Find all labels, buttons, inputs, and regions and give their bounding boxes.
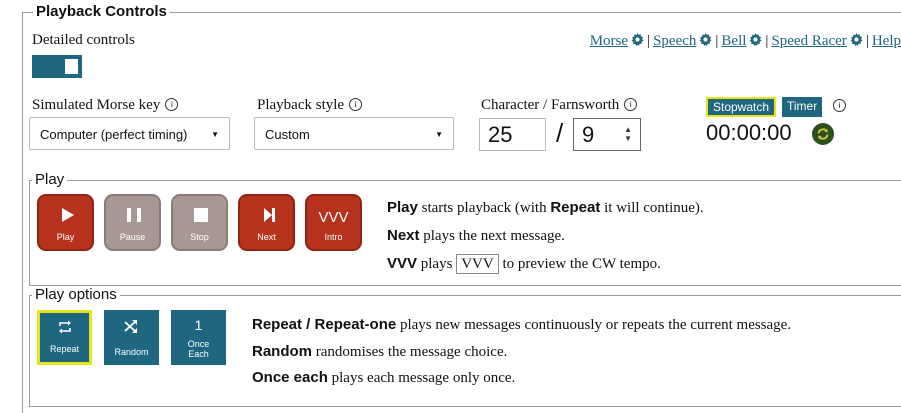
desc-text: plays new messages continuously or repea… [396,317,792,333]
intro-button[interactable]: VVV Intro [305,194,362,251]
info-icon[interactable]: i [349,98,363,111]
desc-bold: Once each [252,369,328,386]
desc-text: plays [417,256,457,272]
gear-icon [749,33,762,46]
desc-text: starts playback (with [417,200,551,216]
chevron-down-icon: ▼ [211,130,219,139]
info-icon[interactable]: i [833,99,846,112]
timer-display: 00:00:00 [706,120,792,145]
link-separator: | [865,33,869,49]
stop-button-label: Stop [190,232,209,242]
vvv-preview-box: VVV [456,254,499,274]
morse-key-value: Computer (perfect timing) [40,127,188,142]
desc-text: plays each message only once. [327,370,516,386]
desc-bold: Random [252,343,312,360]
stopwatch-tab[interactable]: Stopwatch [706,97,777,117]
morse-key-label: Simulated Morse key i [32,97,179,114]
chevron-down-icon: ▼ [435,130,443,139]
farnsworth-value: 9 [582,122,595,147]
link-morse-label: Morse [589,33,629,49]
desc-text: to preview the CW tempo. [498,256,661,272]
timer-tab[interactable]: Timer [782,97,823,117]
pause-icon [127,208,141,222]
play-options-legend: Play options [32,286,120,303]
play-icon [62,208,74,222]
intro-button-label: Intro [324,232,343,242]
repeat-description: Repeat / Repeat-one plays new messages c… [252,316,791,334]
link-help[interactable]: Help [872,33,901,49]
stepper-arrows-icon[interactable]: ▲ ▼ [624,125,632,143]
farnsworth-speed-input[interactable]: 9 ▲ ▼ [573,118,641,151]
detailed-controls-label: Detailed controls [32,32,135,48]
once-each-button[interactable]: 1 Once Each [171,310,226,365]
gear-icon [699,33,712,46]
one-icon: 1 [194,317,203,333]
speed-label: Character / Farnsworth i [481,97,638,114]
desc-bold: VVV [387,255,418,272]
desc-text: plays the next message. [419,228,565,244]
desc-bold: Repeat / Repeat-one [252,316,397,333]
next-description: Next plays the next message. [387,227,565,245]
shuffle-icon [124,320,137,333]
desc-text: it will continue). [600,200,704,216]
once-each-description: Once each plays each message only once. [252,369,515,387]
gear-icon [850,33,863,46]
vvv-icon: VVV [318,209,349,226]
play-description: Play starts playback (with Repeat it wil… [387,199,704,217]
playback-style-value: Custom [265,127,310,142]
morse-key-label-text: Simulated Morse key [32,97,161,113]
toggle-knob [65,59,78,74]
morse-key-select[interactable]: Computer (perfect timing) ▼ [29,117,230,150]
link-bell[interactable]: Bell [721,33,762,49]
section-title: Playback Controls [33,3,170,20]
desc-bold: Next [387,227,420,244]
link-morse[interactable]: Morse [590,33,644,49]
stop-icon [194,208,208,222]
playback-style-label-text: Playback style [257,97,345,113]
vvv-description: VVV plays VVV to preview the CW tempo. [387,254,661,274]
repeat-icon [59,320,71,334]
playback-style-label: Playback style i [257,97,363,114]
stop-button[interactable]: Stop [171,194,228,251]
next-button[interactable]: Next [238,194,295,251]
link-bell-label: Bell [721,33,747,49]
desc-bold: Play [387,199,418,216]
repeat-button-label: Repeat [49,344,80,354]
desc-text: randomises the message choice. [312,344,508,360]
link-speech[interactable]: Speech [653,33,712,49]
playback-style-select[interactable]: Custom ▼ [254,117,454,150]
next-icon [264,208,275,222]
reset-timer-button[interactable] [812,123,834,145]
random-button-label: Random [114,347,149,357]
link-speed-racer-label: Speed Racer [771,33,847,49]
play-button[interactable]: Play [37,194,94,251]
pause-button-label: Pause [119,232,146,242]
next-button-label: Next [257,232,276,242]
link-separator: | [647,33,651,49]
character-speed-input[interactable]: 25 [479,118,546,151]
pause-button[interactable]: Pause [104,194,161,251]
random-button[interactable]: Random [104,310,159,365]
speed-separator: / [556,118,564,148]
link-speed-racer[interactable]: Speed Racer [771,33,863,49]
info-icon[interactable]: i [624,98,638,111]
speed-label-text: Character / Farnsworth [481,97,620,113]
once-each-line1: Once [187,339,210,349]
once-each-line2: Each [188,349,209,359]
info-icon[interactable]: i [165,98,179,111]
play-legend: Play [32,171,68,188]
once-each-button-label: Once Each [171,339,226,359]
gear-icon [631,33,644,46]
repeat-button[interactable]: Repeat [37,310,92,365]
random-description: Random randomises the message choice. [252,343,507,361]
settings-links: Morse | Speech | Bell | Speed Racer | Help [590,33,901,50]
link-speech-label: Speech [653,33,697,49]
play-button-label: Play [56,232,75,242]
detailed-controls-toggle[interactable] [32,55,82,78]
refresh-icon [817,128,829,140]
desc-bold: Repeat [550,199,601,216]
